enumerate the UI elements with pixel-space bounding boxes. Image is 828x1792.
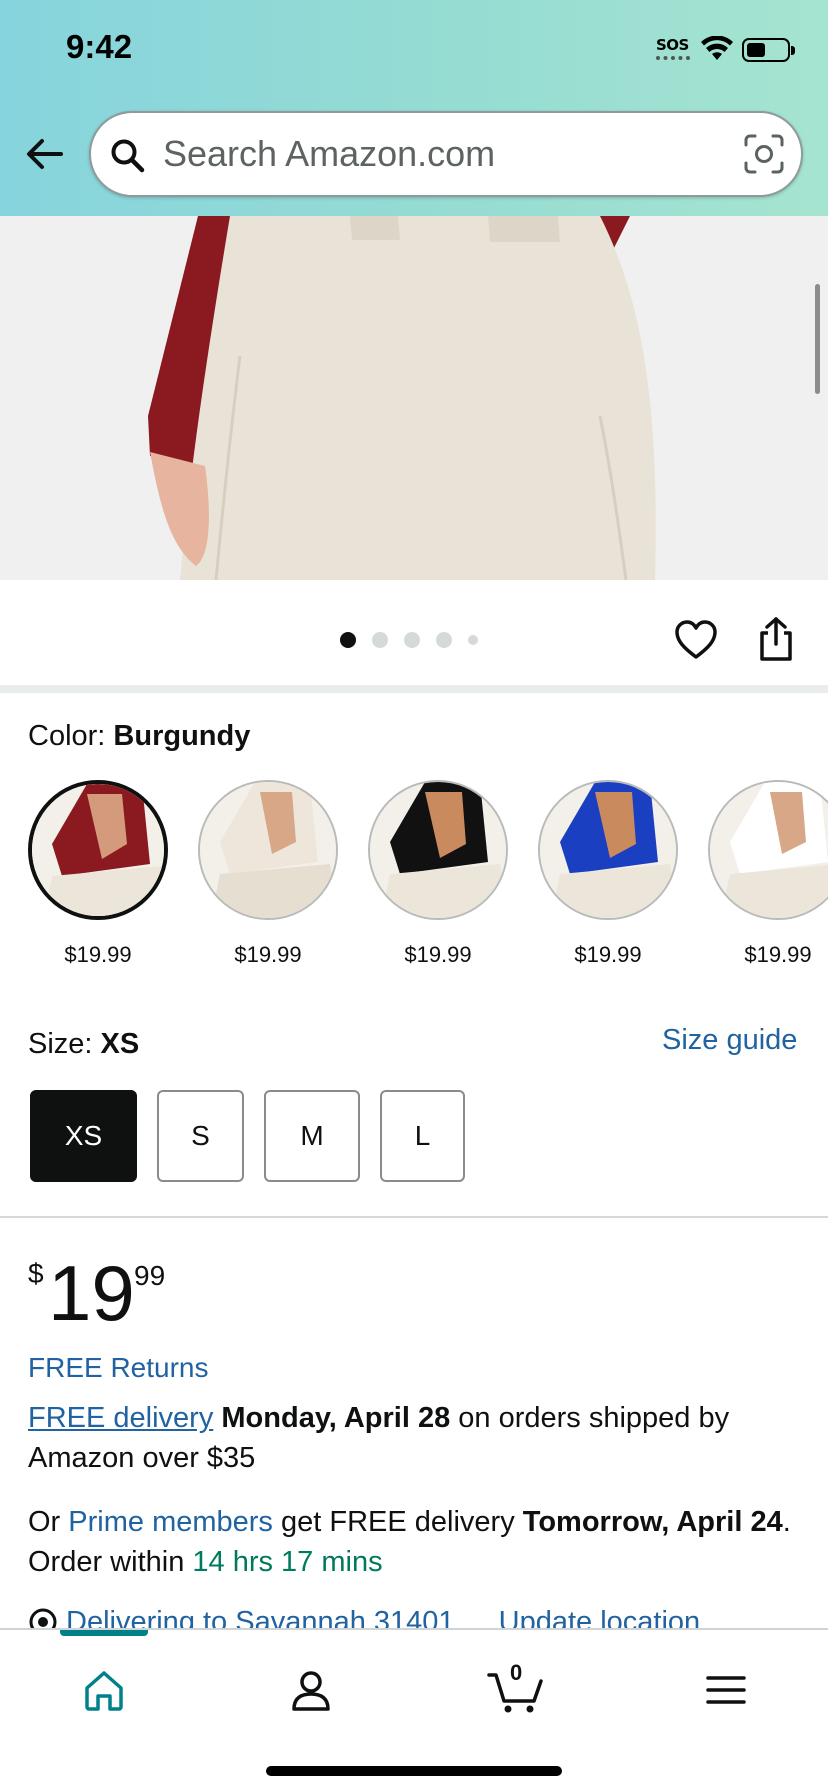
delivery-info: FREE delivery Monday, April 28 on orders… [28, 1398, 798, 1478]
swatch-image [368, 780, 508, 920]
delivery-location[interactable]: Delivering to Savannah 31401 Update loca… [28, 1606, 818, 1630]
color-label: Color: Burgundy [28, 720, 250, 753]
app-header: 9:42 SOS [0, 0, 828, 216]
selected-size: XS [100, 1028, 140, 1060]
free-delivery-link[interactable]: FREE delivery [28, 1402, 213, 1434]
search-bar[interactable] [89, 111, 803, 197]
color-swatch-white[interactable]: $19.99 [708, 780, 828, 968]
home-icon [85, 1671, 123, 1711]
pager-dot[interactable] [404, 632, 420, 648]
person-icon [292, 1671, 330, 1711]
selected-color: Burgundy [113, 720, 251, 752]
status-time: 9:42 [66, 28, 133, 65]
active-tab-indicator [60, 1630, 148, 1636]
battery-cap [791, 46, 795, 55]
swatch-price: $19.99 [64, 942, 132, 967]
wifi-icon [701, 36, 733, 60]
nav-menu[interactable] [696, 1660, 756, 1720]
home-indicator[interactable] [266, 1766, 562, 1776]
swatch-price: $19.99 [574, 942, 642, 967]
bottom-navigation: 0 [0, 1628, 828, 1792]
arrow-left-icon [27, 139, 63, 169]
signal-dots [656, 56, 690, 60]
color-swatch-black[interactable]: $19.99 [368, 780, 508, 968]
product-image[interactable] [0, 216, 828, 580]
color-label-text: Color: [28, 720, 106, 752]
image-pager-row [0, 580, 828, 685]
size-option-xs[interactable]: XS [30, 1090, 137, 1182]
order-countdown: 14 hrs 17 mins [192, 1546, 383, 1578]
prime-prefix: Or [28, 1506, 61, 1538]
prime-date: Tomorrow, April 24 [522, 1506, 783, 1538]
swatch-image [198, 780, 338, 920]
search-input[interactable] [163, 129, 723, 179]
size-label: Size: XS [28, 1028, 139, 1061]
cart-count: 0 [510, 1660, 523, 1685]
nav-home[interactable] [74, 1660, 134, 1720]
size-guide-link[interactable]: Size guide [662, 1024, 797, 1057]
update-location-link[interactable]: Update location [499, 1606, 701, 1630]
search-icon [111, 139, 145, 173]
image-pager-dots[interactable] [340, 632, 478, 648]
color-swatches: $19.99 $19.99 $19.99 $19.99 $19.99 [28, 780, 828, 970]
prime-delivery-info: Or Prime members get FREE delivery Tomor… [28, 1502, 798, 1582]
color-swatch-burgundy[interactable]: $19.99 [28, 780, 168, 968]
heart-icon[interactable] [674, 618, 718, 662]
pager-dot[interactable] [372, 632, 388, 648]
price-fraction: 99 [134, 1260, 166, 1291]
sos-indicator: SOS [656, 36, 689, 54]
pager-dot[interactable] [468, 635, 478, 645]
nav-cart[interactable]: 0 [486, 1660, 546, 1720]
page-scrollbar[interactable] [815, 284, 820, 394]
size-label-text: Size: [28, 1028, 93, 1060]
prime-members-link[interactable]: Prime members [68, 1506, 273, 1538]
share-icon[interactable] [754, 616, 798, 662]
delivering-to-text[interactable]: Delivering to Savannah 31401 [66, 1606, 455, 1630]
swatch-price: $19.99 [744, 942, 812, 967]
status-bar: 9:42 SOS [0, 0, 828, 100]
pager-dot[interactable] [340, 632, 356, 648]
price-symbol: $ [28, 1258, 44, 1289]
free-returns-link[interactable]: FREE Returns [28, 1352, 209, 1384]
swatch-price: $19.99 [234, 942, 302, 967]
delivery-date: Monday, April 28 [221, 1402, 451, 1434]
prime-mid: get FREE delivery [281, 1506, 515, 1538]
nav-account[interactable] [281, 1660, 341, 1720]
swatch-image [28, 780, 168, 920]
section-divider [0, 1216, 828, 1218]
back-button[interactable] [22, 132, 66, 176]
size-option-l[interactable]: L [380, 1090, 465, 1182]
swatch-image [538, 780, 678, 920]
size-option-m[interactable]: M [264, 1090, 360, 1182]
swatch-price: $19.99 [404, 942, 472, 967]
price-whole: 19 [48, 1249, 135, 1337]
battery-icon [742, 38, 790, 62]
color-swatch-blue[interactable]: $19.99 [538, 780, 678, 968]
pager-dot[interactable] [436, 632, 452, 648]
swatch-image [708, 780, 828, 920]
color-swatch-beige[interactable]: $19.99 [198, 780, 338, 968]
section-divider [0, 685, 828, 693]
size-option-s[interactable]: S [157, 1090, 244, 1182]
camera-scan-icon[interactable] [743, 133, 785, 175]
product-photo [0, 216, 828, 580]
location-pin-icon [29, 1608, 57, 1630]
menu-icon [706, 1676, 746, 1704]
